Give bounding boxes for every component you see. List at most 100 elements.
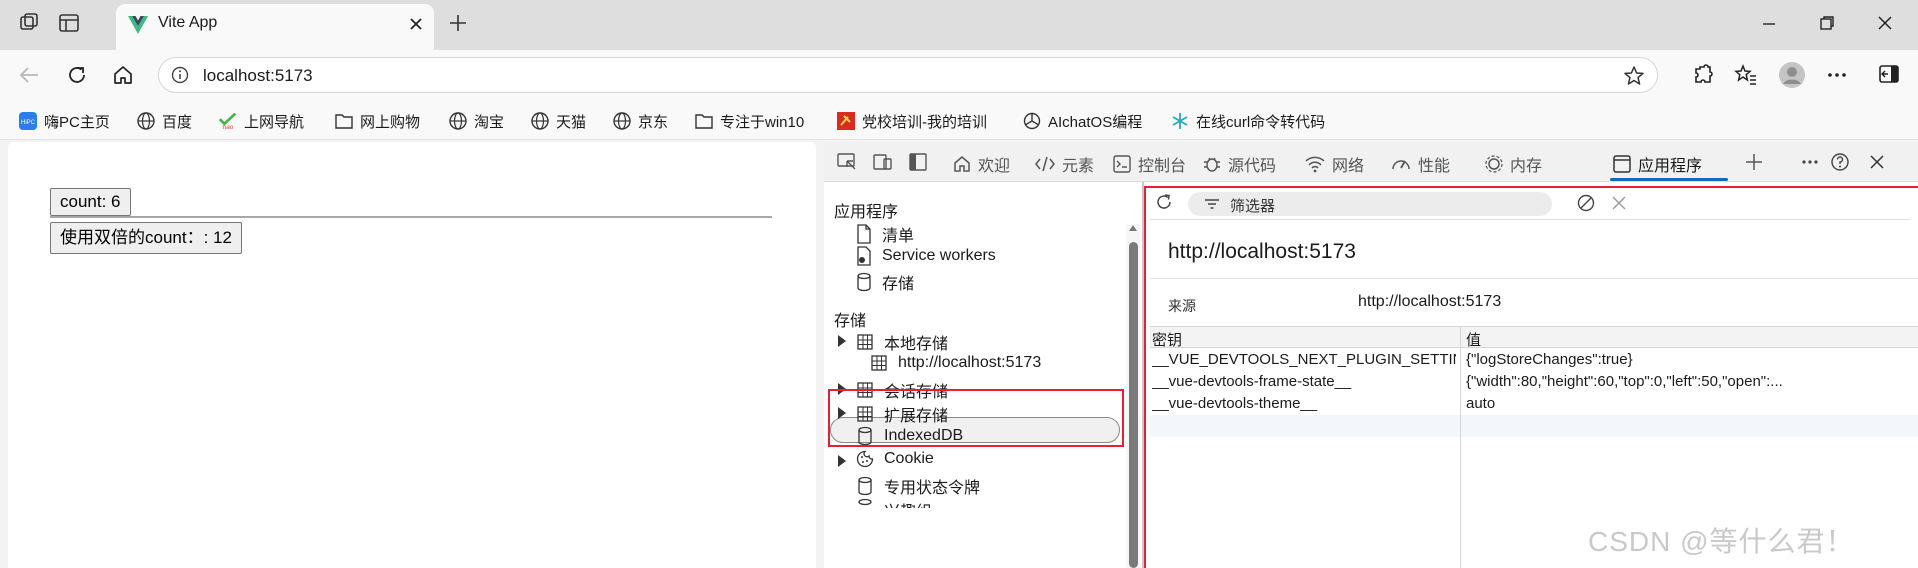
- sidebar-item-private-state-tokens[interactable]: 专用状态令牌: [856, 474, 980, 498]
- folder-icon: [334, 111, 354, 131]
- sidebar-item-manifest[interactable]: 清单: [856, 222, 914, 246]
- sidebar-scroll-thumb[interactable]: [1129, 242, 1138, 568]
- expand-arrow-icon[interactable]: [838, 455, 846, 467]
- tab-sources[interactable]: 源代码: [1202, 152, 1276, 176]
- hipc-icon: HiPC: [18, 111, 38, 131]
- svg-text:HiPC: HiPC: [21, 120, 36, 126]
- bookmark-shopping[interactable]: 网上购物: [334, 110, 420, 132]
- globe-icon: [612, 111, 632, 131]
- service-worker-icon: [856, 246, 872, 266]
- cookie-icon: [856, 450, 874, 468]
- more-menu-icon[interactable]: [1826, 66, 1848, 84]
- sidebar-item-local-storage[interactable]: 本地存储: [856, 330, 948, 354]
- expand-arrow-icon[interactable]: [838, 335, 846, 347]
- scroll-up-icon[interactable]: [1128, 224, 1138, 232]
- bookmark-curl[interactable]: 在线curl命令转代码: [1170, 110, 1325, 132]
- refresh-icon[interactable]: [66, 64, 88, 86]
- sidebar-item-cookie[interactable]: Cookie: [856, 450, 934, 468]
- back-icon[interactable]: [18, 65, 40, 85]
- bookmark-win10[interactable]: 专注于win10: [694, 110, 804, 132]
- bookmark-label: 专注于win10: [720, 113, 805, 131]
- bookmark-label: 在线curl命令转代码: [1196, 113, 1326, 131]
- sidebar-item-label: 专用状态令牌: [884, 480, 981, 497]
- tab-label: 欢迎: [978, 158, 1011, 175]
- sidebar-item-service-workers[interactable]: Service workers: [856, 246, 996, 266]
- openai-icon: [1022, 111, 1042, 131]
- section-application: 应用程序: [834, 204, 899, 221]
- add-tab-icon[interactable]: [1744, 152, 1764, 172]
- bookmark-tmall[interactable]: 天猫: [530, 110, 586, 132]
- more-tools-icon[interactable]: [1800, 154, 1820, 170]
- tab-actions-icon[interactable]: [58, 12, 80, 34]
- storage-pane-highlight-box: [1144, 186, 1918, 568]
- page-viewport: count: 6 使用双倍的count：: 12: [8, 142, 816, 568]
- tab-welcome[interactable]: 欢迎: [952, 152, 1010, 176]
- divider: [50, 216, 772, 218]
- restore-icon[interactable]: [1818, 14, 1836, 32]
- sidebar-toggle-icon[interactable]: [1878, 64, 1900, 84]
- site-info-icon[interactable]: [171, 66, 189, 84]
- minimize-icon[interactable]: [1760, 14, 1778, 32]
- close-devtools-icon[interactable]: [1868, 153, 1886, 171]
- chip-icon: [1484, 154, 1504, 174]
- help-icon[interactable]: [1830, 152, 1850, 172]
- bookmark-baidu[interactable]: 百度: [136, 110, 192, 132]
- tab-network[interactable]: 网络: [1304, 152, 1364, 176]
- tab-application[interactable]: 应用程序: [1612, 152, 1702, 176]
- snowflake-icon: [1170, 111, 1190, 131]
- favorites-icon[interactable]: [1734, 63, 1758, 87]
- close-tab-icon[interactable]: [408, 16, 424, 32]
- bookmark-hao[interactable]: hao 上网导航: [218, 110, 304, 132]
- sidebar-item-local-storage-origin[interactable]: http://localhost:5173: [870, 354, 1041, 372]
- tab-memory[interactable]: 内存: [1484, 152, 1542, 176]
- tab-performance[interactable]: 性能: [1390, 152, 1450, 176]
- device-emulation-icon[interactable]: [872, 152, 894, 172]
- bookmark-label: 百度: [162, 113, 193, 131]
- sidebar-item-label: http://localhost:5173: [898, 354, 1042, 371]
- globe-icon: [530, 111, 550, 131]
- address-bar[interactable]: localhost:5173: [158, 57, 1658, 93]
- bookmark-jd[interactable]: 京东: [612, 110, 668, 132]
- tab-strip: Vite App: [0, 0, 1918, 50]
- bookmark-label: 京东: [638, 113, 669, 131]
- inspect-icon[interactable]: [836, 152, 858, 172]
- bookmark-party-training[interactable]: 党校培训-我的培训: [836, 110, 987, 132]
- url-text: localhost:5173: [203, 66, 313, 85]
- bookmark-taobao[interactable]: 淘宝: [448, 110, 504, 132]
- bookmark-aichatos[interactable]: AIchatOS编程: [1022, 110, 1142, 132]
- address-toolbar: localhost:5173: [0, 50, 1918, 100]
- tab-title: Vite App: [158, 14, 218, 31]
- tab-label: 应用程序: [1638, 158, 1703, 175]
- active-tab-indicator: [1610, 178, 1728, 181]
- bookmark-label: 淘宝: [474, 113, 505, 131]
- favorite-star-icon[interactable]: [1623, 65, 1645, 87]
- local-storage-highlight-box: [828, 389, 1124, 447]
- sidebar-item-storage[interactable]: 存储: [856, 270, 914, 294]
- count-button[interactable]: count: 6: [50, 188, 131, 216]
- wifi-icon: [1304, 154, 1326, 174]
- tab-label: 元素: [1062, 158, 1095, 175]
- sidebar-item-label: 清单: [882, 228, 915, 245]
- sidebar-item-cut-off[interactable]: 兴趣组: [856, 498, 932, 508]
- close-window-icon[interactable]: [1876, 14, 1894, 32]
- bookmark-label: 上网导航: [244, 113, 305, 131]
- table-grid-icon: [856, 333, 874, 351]
- dock-icon[interactable]: [908, 152, 928, 172]
- sidebar-item-label: Cookie: [884, 450, 934, 467]
- home-icon[interactable]: [112, 64, 134, 86]
- extensions-icon[interactable]: [1692, 63, 1716, 87]
- vue-logo-icon: [128, 16, 148, 34]
- new-tab-icon[interactable]: [448, 13, 468, 33]
- application-sidebar: 应用程序 清单 Service workers 存储 存储 本地存储 http:…: [824, 182, 1142, 568]
- party-icon: [836, 111, 856, 131]
- bookmarks-bar: HiPC 嗨PC主页 百度 hao 上网导航 网上购物 淘宝 天猫 京东 专注于…: [0, 100, 1918, 140]
- console-icon: [1112, 154, 1132, 174]
- tab-elements[interactable]: 元素: [1034, 152, 1094, 176]
- profile-avatar[interactable]: [1778, 61, 1806, 89]
- tab-console[interactable]: 控制台: [1112, 152, 1186, 176]
- home-icon: [952, 154, 972, 174]
- bookmark-hipc[interactable]: HiPC 嗨PC主页: [18, 110, 110, 132]
- workspaces-icon[interactable]: [18, 12, 40, 34]
- double-count-button[interactable]: 使用双倍的count：: 12: [50, 222, 242, 254]
- bookmark-label: 天猫: [556, 113, 587, 131]
